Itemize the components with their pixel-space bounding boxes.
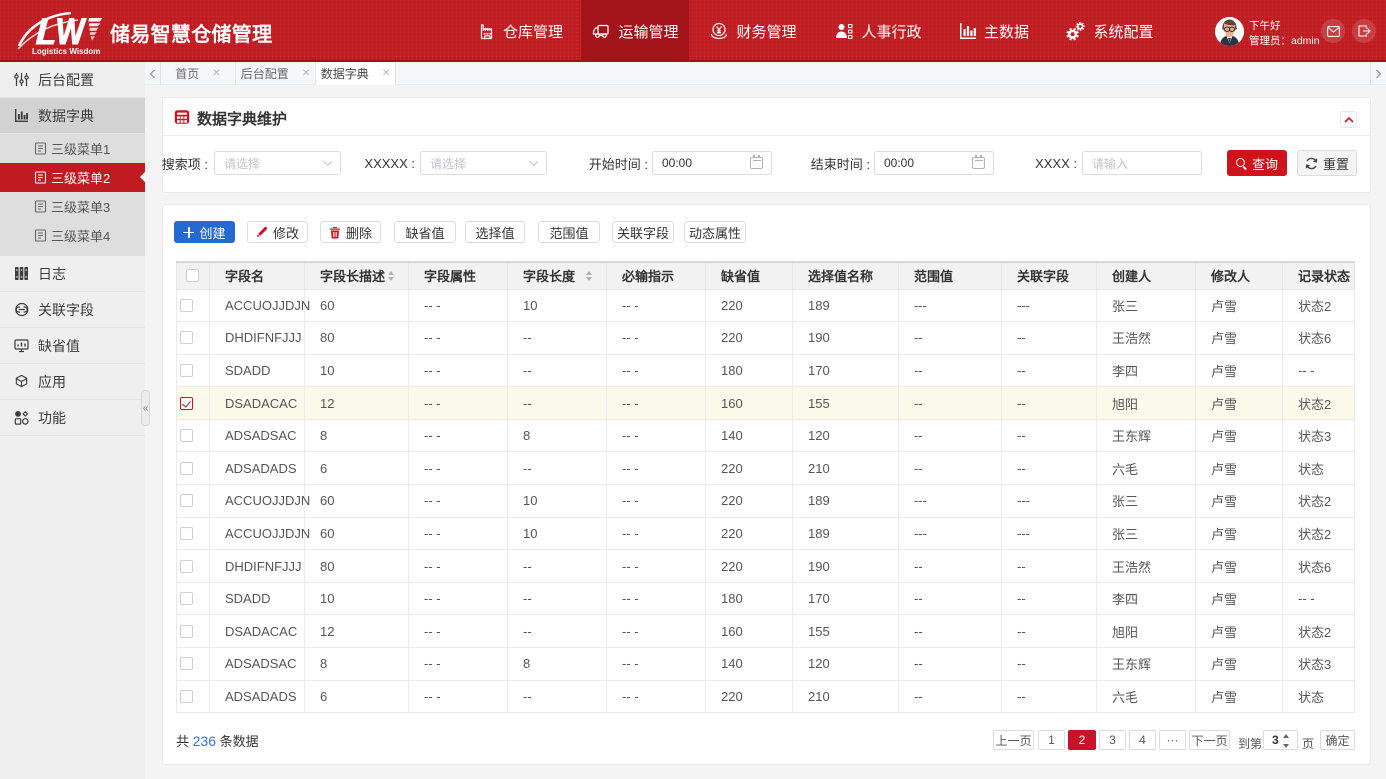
svg-text:Logistics Wisdom: Logistics Wisdom: [32, 47, 100, 56]
